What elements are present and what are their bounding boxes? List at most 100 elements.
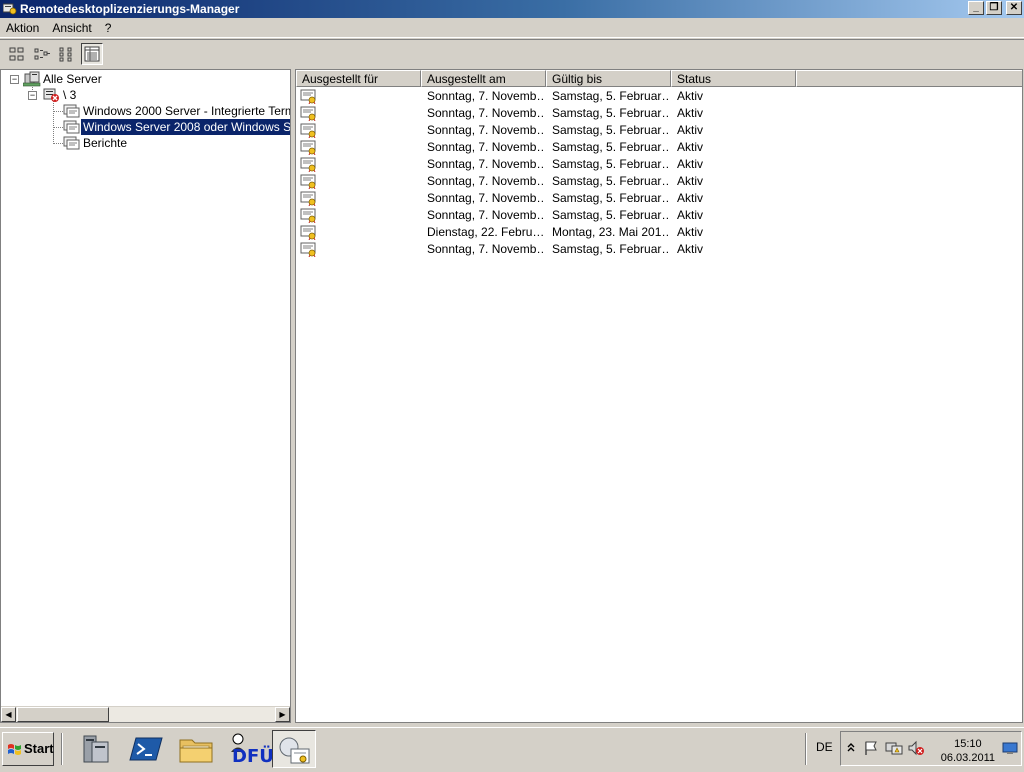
taskbar-powershell[interactable]	[124, 730, 168, 768]
column-header-filler	[796, 70, 1022, 87]
menu-help[interactable]: ?	[105, 21, 112, 35]
license-certificate-icon	[300, 140, 316, 155]
cell-status: Aktiv	[677, 174, 704, 188]
tree-connector	[53, 143, 63, 144]
license-row[interactable]: Sonntag, 7. Novemb… Samstag, 5. Februar… A…	[296, 156, 1022, 173]
taskbar-separator	[61, 733, 63, 765]
taskbar-explorer[interactable]	[174, 730, 218, 768]
license-row[interactable]: Sonntag, 7. Novemb… Samstag, 5. Februar… A…	[296, 105, 1022, 122]
tree-node-windows-server-2008[interactable]: Windows Server 2008 oder Windows Serve	[63, 118, 290, 136]
cell-status: Aktiv	[677, 123, 704, 137]
menu-aktion[interactable]: Aktion	[6, 21, 39, 35]
cell-valid-until: Samstag, 5. Februar…	[552, 242, 670, 256]
close-button[interactable]: ✕	[1006, 1, 1022, 15]
powershell-icon	[129, 737, 163, 761]
license-certificate-icon	[300, 106, 316, 121]
tree-node-all-servers[interactable]: Alle Server	[22, 71, 104, 87]
minimize-button[interactable]: _	[968, 1, 984, 15]
notification-area: 15:10 06.03.2011	[840, 731, 1022, 766]
scroll-thumb[interactable]	[17, 707, 109, 722]
license-row[interactable]: Dienstag, 22. Febru… Montag, 23. Mai 201……	[296, 224, 1022, 241]
tree-node-server[interactable]: \ 3	[43, 87, 78, 103]
tree-label-all-servers: Alle Server	[43, 72, 102, 86]
column-header-issued-on[interactable]: Ausgestellt am	[421, 70, 546, 87]
volume-muted-icon[interactable]	[907, 740, 925, 756]
window-title: Remotedesktoplizenzierungs-Manager	[20, 2, 240, 16]
show-desktop-icon[interactable]	[1002, 741, 1018, 755]
expand-collapse-icon[interactable]: −	[28, 91, 37, 100]
small-icons-icon	[34, 48, 50, 60]
cell-issued-on: Sonntag, 7. Novemb…	[427, 157, 545, 171]
license-certificate-icon	[300, 123, 316, 138]
tree-label: Windows 2000 Server - Integrierte Termin…	[83, 104, 290, 118]
dfu-label: DFÜ	[232, 746, 274, 767]
clock-date: 06.03.2011	[940, 752, 995, 764]
taskbar-server-manager[interactable]	[74, 730, 118, 768]
details-view-button[interactable]	[81, 43, 103, 65]
action-center-flag-icon[interactable]	[863, 740, 879, 756]
license-list-pane: Ausgestellt für Ausgestellt am Gültig bi…	[295, 69, 1023, 723]
details-icon	[84, 46, 100, 62]
scroll-left-icon[interactable]: ◀	[1, 707, 16, 722]
tree-node-reports[interactable]: Berichte	[63, 135, 129, 151]
taskbar-dfu[interactable]: DFÜ	[222, 730, 274, 768]
cell-status: Aktiv	[677, 191, 704, 205]
start-button[interactable]: Start	[2, 732, 54, 766]
column-header-valid-until[interactable]: Gültig bis	[546, 70, 671, 87]
license-certificate-icon	[300, 89, 316, 104]
license-folder-icon	[63, 120, 80, 134]
restore-button[interactable]: ❐	[986, 1, 1002, 15]
license-certificate-icon	[300, 208, 316, 223]
clock[interactable]: 15:10 06.03.2011	[941, 737, 995, 765]
tree-connector	[53, 100, 54, 144]
cell-issued-on: Sonntag, 7. Novemb…	[427, 242, 545, 256]
cell-valid-until: Samstag, 5. Februar…	[552, 174, 670, 188]
windows-logo-icon	[8, 744, 21, 755]
cell-valid-until: Samstag, 5. Februar…	[552, 106, 670, 120]
language-indicator[interactable]: DE	[816, 740, 833, 754]
expand-collapse-icon[interactable]: −	[10, 75, 19, 84]
license-row[interactable]: Sonntag, 7. Novemb… Samstag, 5. Februar… A…	[296, 241, 1022, 258]
list-icon	[59, 47, 72, 62]
column-header-status[interactable]: Status	[671, 70, 796, 87]
license-certificate-icon	[300, 191, 316, 206]
taskbar-rd-licensing-manager[interactable]	[272, 730, 316, 768]
menu-ansicht[interactable]: Ansicht	[52, 21, 91, 35]
cell-issued-on: Sonntag, 7. Novemb…	[427, 191, 545, 205]
cell-status: Aktiv	[677, 140, 704, 154]
cell-issued-on: Sonntag, 7. Novemb…	[427, 123, 545, 137]
column-header-issued-for[interactable]: Ausgestellt für	[296, 70, 421, 87]
scroll-right-icon[interactable]: ▶	[275, 707, 290, 722]
cell-issued-on: Sonntag, 7. Novemb…	[427, 140, 545, 154]
license-row[interactable]: Sonntag, 7. Novemb… Samstag, 5. Februar… A…	[296, 190, 1022, 207]
server-group-icon	[22, 71, 41, 87]
tree-connector	[53, 127, 63, 128]
start-label: Start	[24, 741, 54, 756]
server-manager-icon	[83, 735, 109, 763]
licensing-manager-icon	[3, 3, 17, 15]
license-row[interactable]: Sonntag, 7. Novemb… Samstag, 5. Februar… A…	[296, 88, 1022, 105]
small-icons-view-button[interactable]	[31, 43, 53, 65]
title-bar: Remotedesktoplizenzierungs-Manager _ ❐ ✕	[0, 0, 1024, 18]
cell-status: Aktiv	[677, 157, 704, 171]
show-hidden-icons-icon[interactable]	[846, 741, 856, 755]
license-certificate-icon	[300, 242, 316, 257]
cell-issued-on: Sonntag, 7. Novemb…	[427, 89, 545, 103]
list-view-button[interactable]	[56, 43, 78, 65]
tree-label: Windows Server 2008 oder Windows Serve	[79, 118, 290, 136]
cell-status: Aktiv	[677, 106, 704, 120]
license-row[interactable]: Sonntag, 7. Novemb… Samstag, 5. Februar… A…	[296, 207, 1022, 224]
license-row[interactable]: Sonntag, 7. Novemb… Samstag, 5. Februar… A…	[296, 173, 1022, 190]
horizontal-scrollbar[interactable]: ◀ ▶	[1, 706, 290, 722]
tree-label-server: \ 3	[63, 88, 77, 102]
license-row[interactable]: Sonntag, 7. Novemb… Samstag, 5. Februar… A…	[296, 139, 1022, 156]
network-icon[interactable]	[885, 740, 903, 756]
server-tree: − Alle Server − \ 3 Windows 2000 Server …	[1, 70, 290, 706]
cell-valid-until: Montag, 23. Mai 201…	[552, 225, 670, 239]
explorer-folder-icon	[179, 739, 213, 763]
license-row[interactable]: Sonntag, 7. Novemb… Samstag, 5. Februar… A…	[296, 122, 1022, 139]
cell-status: Aktiv	[677, 225, 704, 239]
tree-node-windows-2000[interactable]: Windows 2000 Server - Integrierte Termin…	[63, 103, 290, 119]
clock-time: 15:10	[954, 738, 982, 750]
large-icons-view-button[interactable]	[6, 43, 28, 65]
